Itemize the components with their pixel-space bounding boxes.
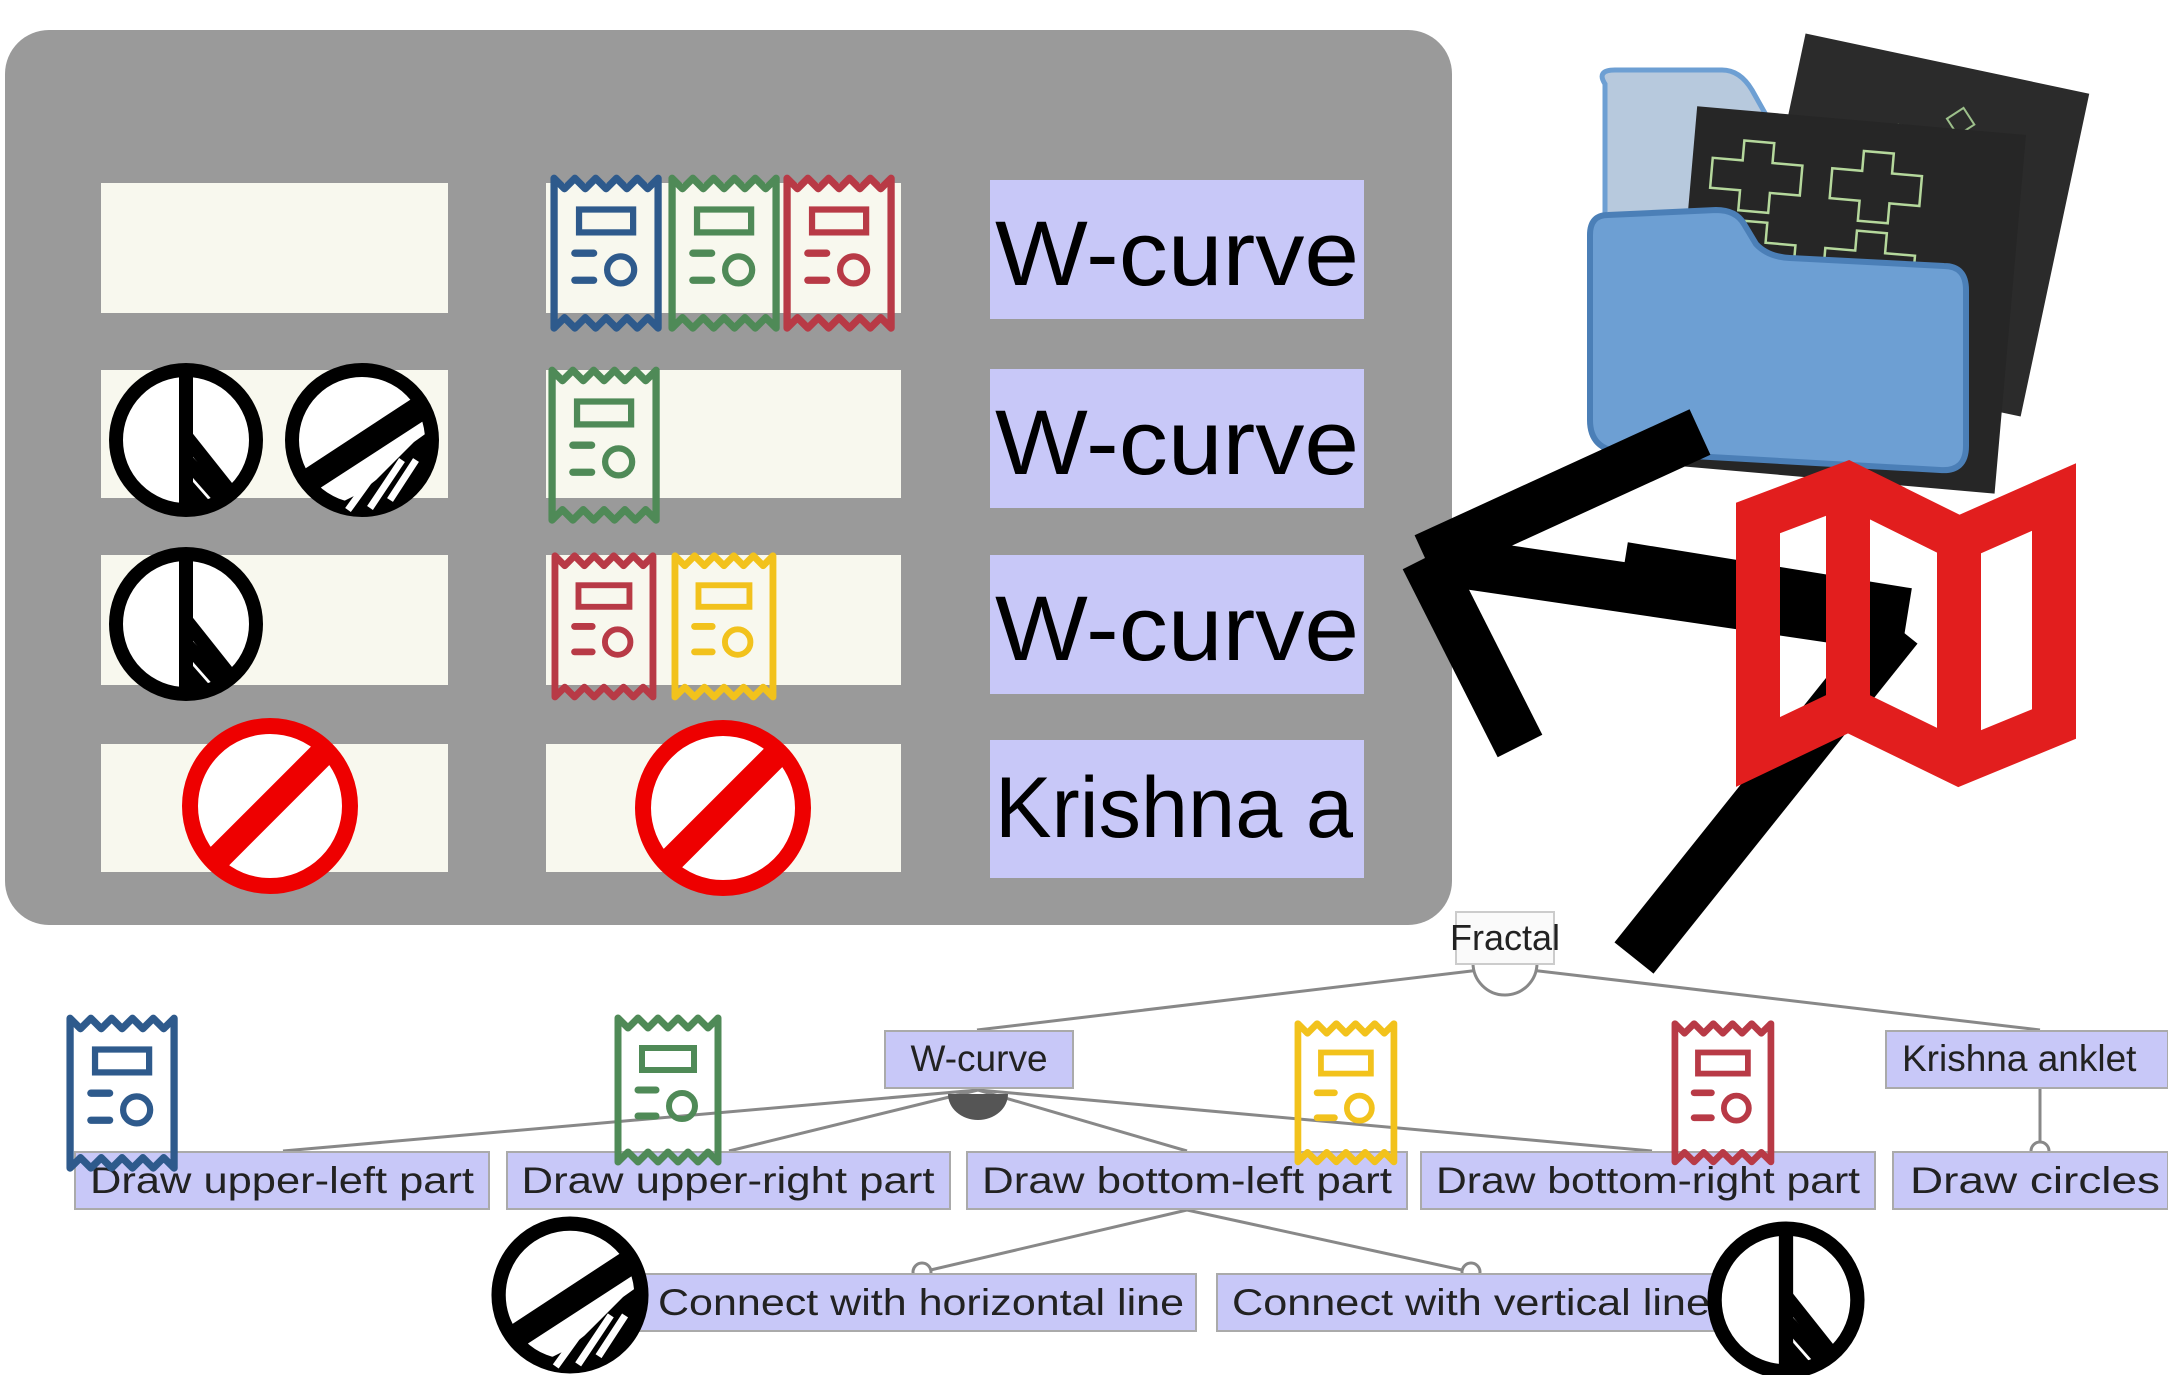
receipt-blue-icon [70, 1018, 174, 1168]
row2-slot2 [546, 370, 901, 498]
peace-sign-icon [1715, 1229, 1858, 1372]
row4-label: Krishna a [995, 760, 1353, 856]
row3-slot2 [546, 555, 901, 685]
tree-node-w-curve: W-curve [910, 1038, 1047, 1079]
tree-node-connect-horizontal: Connect with horizontal line [658, 1282, 1184, 1323]
tree-node-draw-bottom-left: Draw bottom-left part [982, 1160, 1393, 1201]
row1-slot1 [101, 183, 448, 313]
and-group-arc [948, 1094, 1008, 1120]
receipt-yellow-icon [1298, 1024, 1394, 1162]
tree-node-draw-bottom-right: Draw bottom-right part [1436, 1160, 1861, 1201]
row2-label: W-curve [995, 392, 1359, 494]
peace-sign-icon [116, 554, 256, 694]
or-group-arc [1471, 962, 1539, 997]
half-hatched-circle-icon [499, 1224, 642, 1367]
receipt-green-icon [618, 1018, 718, 1162]
tree-node-krishna-anklet: Krishna anklet [1902, 1038, 2137, 1079]
tree-node-draw-circles: Draw circles [1910, 1160, 2160, 1201]
prohibited-sign-icon [190, 726, 350, 886]
peace-sign-icon [116, 370, 256, 510]
half-hatched-circle-icon [292, 370, 432, 510]
tree-node-root: Fractal [1450, 917, 1560, 958]
receipt-red-icon [1675, 1024, 1771, 1162]
row1-label: W-curve [995, 203, 1359, 305]
diagram-canvas: W-curve W-curve W-curve Krishna a Fracta… [5, 30, 2168, 1375]
row3-label: W-curve [995, 578, 1359, 680]
row1-slot2 [546, 183, 901, 313]
prohibited-sign-icon [643, 728, 803, 888]
tree-node-draw-upper-right: Draw upper-right part [522, 1160, 936, 1201]
tree-node-connect-vertical: Connect with vertical line [1232, 1282, 1710, 1323]
